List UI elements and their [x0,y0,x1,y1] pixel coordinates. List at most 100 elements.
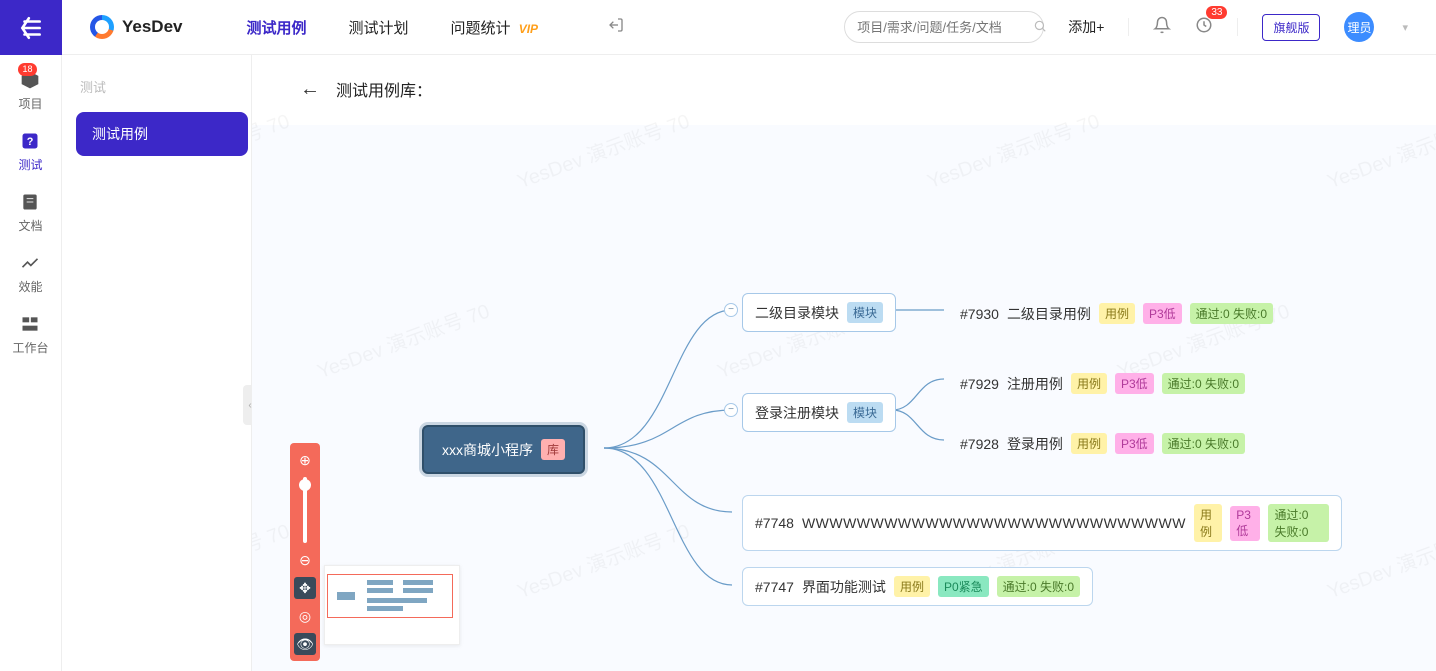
search-input[interactable] [857,20,1033,35]
move-icon[interactable]: ✥ [294,577,316,599]
page-title: 测试用例库： [336,77,432,101]
nav-test-plans[interactable]: 测试计划 [349,17,409,38]
nav-test-cases[interactable]: 测试用例 [247,17,307,38]
minimap[interactable] [324,565,460,645]
global-search[interactable] [844,11,1044,43]
rail-workbench-label: 工作台 [12,339,48,356]
module-title: 登录注册模块 [755,403,839,423]
mindmap-case-node[interactable]: #7930 二级目录用例 用例 P3低 通过:0 失败:0 [948,295,1285,332]
module-tag: 模块 [847,302,883,323]
minimap-node [367,598,427,603]
status-tag: 通过:0 失败:0 [997,576,1080,597]
minimap-node [367,580,393,585]
module-title: 二级目录模块 [755,303,839,323]
mindmap-module-node[interactable]: 二级目录模块 模块 [742,293,896,332]
clock-badge: 33 [1206,6,1227,19]
header: YesDev 测试用例 测试计划 问题统计 VIP 添加+ 33 旗舰版 理员 … [62,0,1436,55]
zoom-slider[interactable] [303,477,307,543]
mindmap-case-node[interactable]: #7929 注册用例 用例 P3低 通过:0 失败:0 [948,365,1257,402]
secondary-sidebar: 测试 测试用例 ‹ [62,55,252,671]
app-logo[interactable] [0,0,62,55]
case-title: WWWWWWWWWWWWWWWWWWWWWWWWWWWW [802,515,1186,531]
mindmap-module-node[interactable]: 登录注册模块 模块 [742,393,896,432]
priority-tag: P3低 [1230,506,1260,541]
priority-tag: P3低 [1143,303,1182,324]
node-toggle[interactable]: − [724,303,738,317]
side2-item-test-cases[interactable]: 测试用例 [76,112,248,156]
rail-workbench[interactable]: 工作台 [12,313,48,356]
rail-project[interactable]: 18 项目 [18,69,42,112]
rail-test-label: 测试 [18,156,42,173]
vip-badge: VIP [519,22,538,36]
zoom-out-icon[interactable]: ⊖ [294,549,316,571]
case-title: 登录用例 [1007,434,1063,454]
case-id: #7747 [755,579,794,595]
eye-icon[interactable]: 👁 [294,633,316,655]
root-title: xxx商城小程序 [442,440,533,460]
priority-tag: P3低 [1115,373,1154,394]
mindmap-canvas[interactable]: YesDev 演示账号 70 YesDev 演示账号 70 YesDev 演示账… [252,125,1436,671]
chevron-down-icon[interactable]: ▾ [1402,21,1408,34]
question-icon: ? [19,130,41,152]
rail-project-label: 项目 [18,95,42,112]
add-link[interactable]: 添加+ [1068,17,1104,37]
case-tag: 用例 [894,576,930,597]
clock-icon[interactable]: 33 [1195,16,1213,39]
chart-icon [19,252,41,274]
minimap-node [337,592,355,600]
case-id: #7929 [960,376,999,392]
rail-doc[interactable]: 文档 [18,191,42,234]
status-tag: 通过:0 失败:0 [1162,433,1245,454]
plan-button[interactable]: 旗舰版 [1262,14,1320,41]
node-toggle[interactable]: − [724,403,738,417]
root-tag: 库 [541,439,565,460]
case-id: #7928 [960,436,999,452]
nav-issue-stats[interactable]: 问题统计 VIP [451,17,539,38]
brand-logo-icon [90,15,114,39]
case-id: #7748 [755,515,794,531]
mindmap-case-node[interactable]: #7747 界面功能测试 用例 P0紧急 通过:0 失败:0 [742,567,1093,606]
watermark: YesDev 演示账号 70 [513,515,694,604]
breadcrumb: ← 测试用例库： [252,55,1436,119]
divider [1128,18,1129,36]
back-arrow-icon[interactable]: ← [300,78,320,101]
case-id: #7930 [960,306,999,322]
rail-test[interactable]: ? 测试 [18,130,42,173]
case-tag: 用例 [1071,373,1107,394]
case-tag: 用例 [1194,504,1222,542]
case-title: 二级目录用例 [1007,304,1091,324]
rail-metric[interactable]: 效能 [18,252,42,295]
mindmap-root-node[interactable]: xxx商城小程序 库 [422,425,585,474]
priority-tag: P3低 [1115,433,1154,454]
watermark: YesDev 演示账号 70 [252,515,293,604]
status-tag: 通过:0 失败:0 [1162,373,1245,394]
top-nav: 测试用例 测试计划 问题统计 VIP [247,17,625,38]
zoom-toolbar: ⊕ ⊖ ✥ ◎ 👁 [290,443,320,661]
side2-section-title: 测试 [80,77,251,96]
minimap-node [403,588,433,593]
rail-doc-label: 文档 [18,217,42,234]
rail-project-badge: 18 [18,63,36,76]
module-tag: 模块 [847,402,883,423]
main: ← 测试用例库： YesDev 演示账号 70 YesDev 演示账号 70 Y… [252,55,1436,671]
brand-name: YesDev [122,17,183,37]
rail-metric-label: 效能 [18,278,42,295]
doc-icon [19,191,41,213]
case-tag: 用例 [1071,433,1107,454]
nav-issue-stats-label: 问题统计 [451,20,511,37]
svg-text:?: ? [27,136,34,148]
zoom-in-icon[interactable]: ⊕ [294,449,316,471]
minimap-node [403,580,433,585]
mindmap-case-node[interactable]: #7928 登录用例 用例 P3低 通过:0 失败:0 [948,425,1257,462]
mindmap-case-node[interactable]: #7748 WWWWWWWWWWWWWWWWWWWWWWWWWWWW 用例 P3… [742,495,1342,551]
priority-tag: P0紧急 [938,576,989,597]
brand[interactable]: YesDev [90,15,183,39]
watermark: YesDev 演示账号 70 [313,295,494,384]
minimap-node [367,588,393,593]
avatar[interactable]: 理员 [1344,12,1374,42]
divider [1237,18,1238,36]
bell-icon[interactable] [1153,16,1171,39]
case-tag: 用例 [1099,303,1135,324]
center-icon[interactable]: ◎ [294,605,316,627]
exit-icon[interactable] [608,17,624,38]
